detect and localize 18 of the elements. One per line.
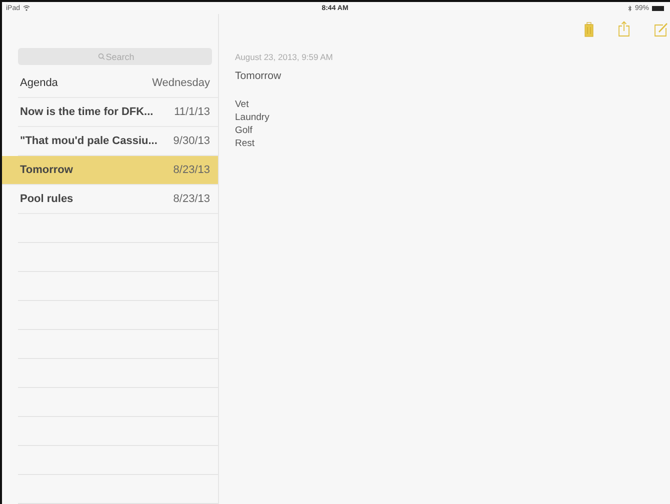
- note-timestamp: August 23, 2013, 9:59 AM: [235, 52, 334, 62]
- note-text-line: Rest: [235, 137, 256, 150]
- note-text-line: Laundry: [235, 111, 270, 124]
- note-text-line: Golf: [235, 124, 254, 137]
- search-icon: [98, 53, 105, 60]
- note-list-item[interactable]: Tomorrow 8/23/13: [2, 156, 218, 185]
- wifi-icon: [23, 5, 30, 11]
- note-text-line: Vet: [235, 98, 250, 111]
- note-list-item[interactable]: Now is the time for DFK... 11/1/13: [18, 98, 218, 127]
- compose-icon[interactable]: [654, 22, 668, 36]
- share-icon[interactable]: [618, 21, 630, 37]
- note-list-item[interactable]: Agenda Wednesday: [18, 69, 218, 98]
- bluetooth-icon: [628, 4, 632, 12]
- note-list-item[interactable]: Pool rules 8/23/13: [18, 185, 218, 214]
- note-title: Tomorrow: [235, 70, 282, 83]
- battery-icon: [652, 6, 664, 10]
- trash-icon[interactable]: [584, 22, 594, 36]
- search-field[interactable]: Search: [18, 48, 212, 65]
